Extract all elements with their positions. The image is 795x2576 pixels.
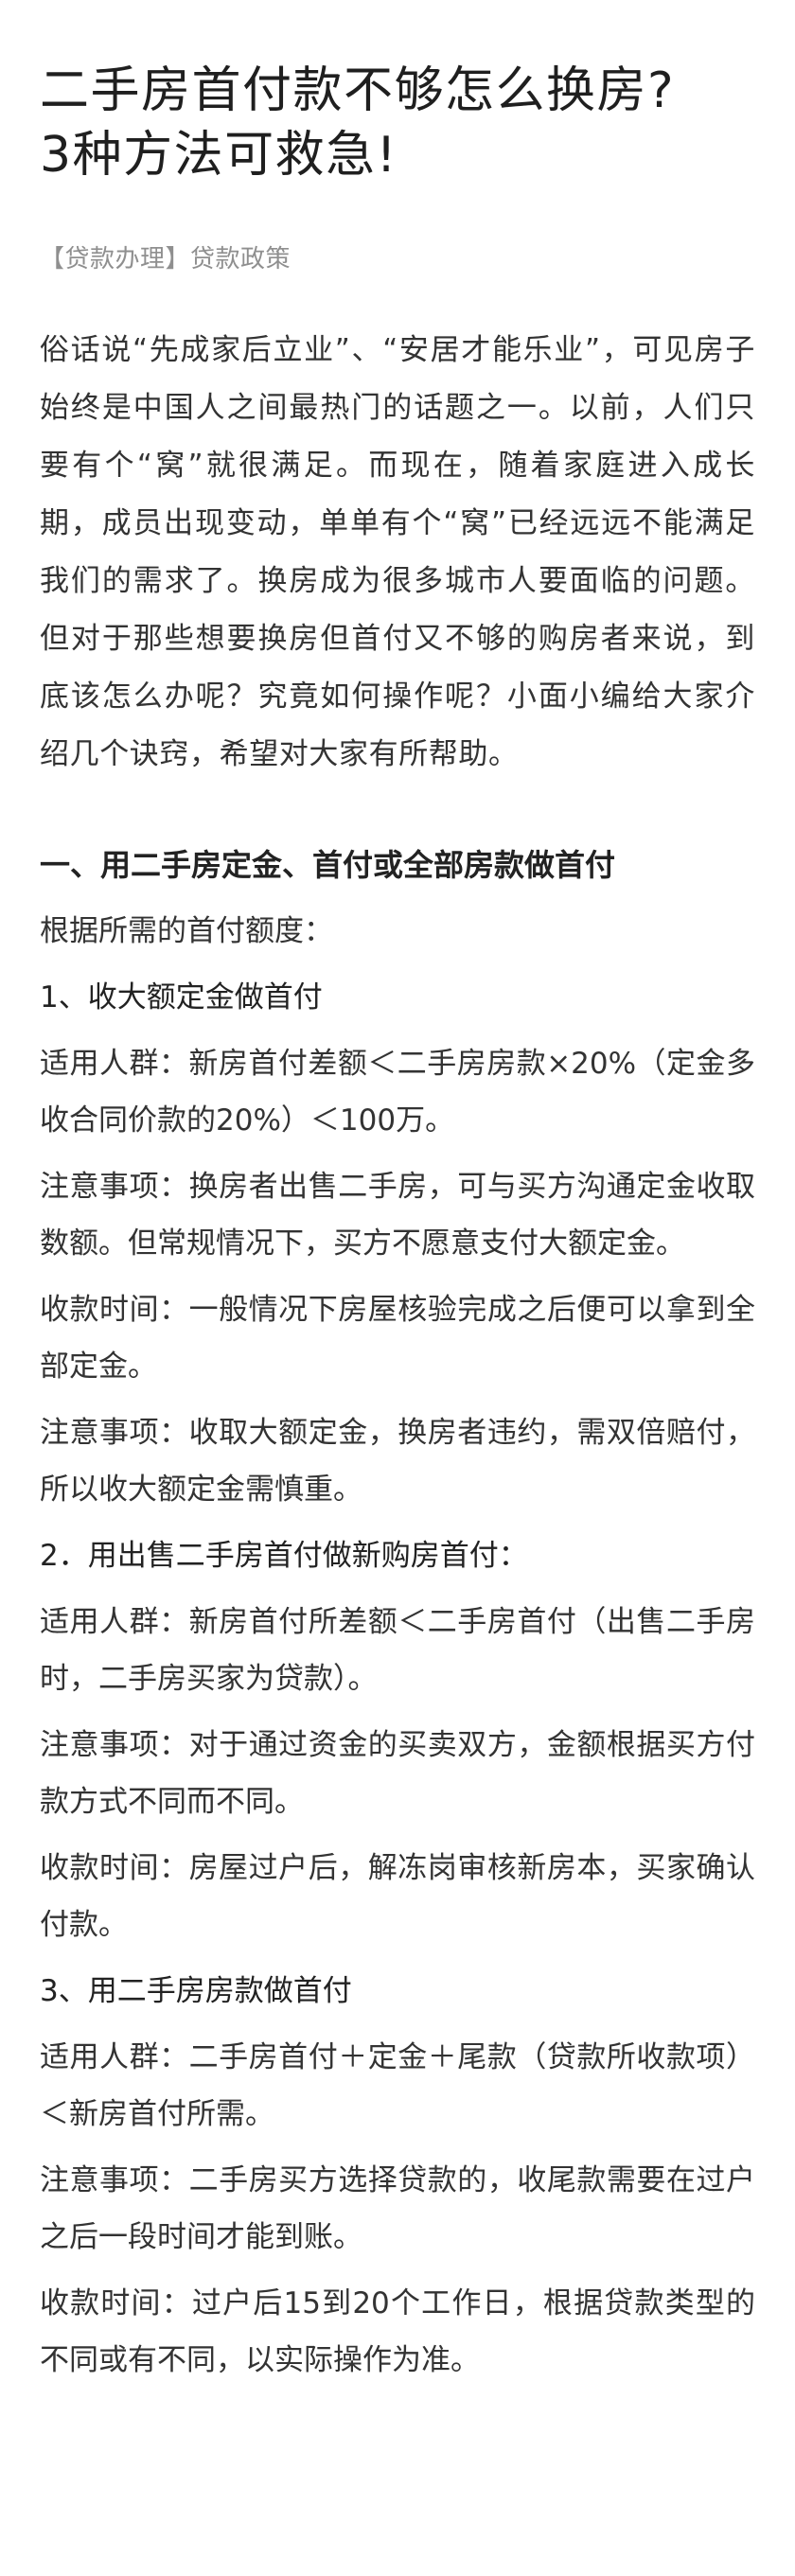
- method3-applicable: 适用人群：二手房首付＋定金＋尾款（贷款所收款项）＜新房首付所需。: [40, 2040, 755, 2131]
- method1-note: 注意事项：换房者出售二手房，可与买方沟通定金收取数额。但常规情况下，买方不愿意支…: [40, 1170, 755, 1261]
- article-title-line2: 3种方法可救急!: [40, 127, 398, 184]
- intro-paragraph: 俗话说“先成家后立业”、“安居才能乐业”，可见房子始终是中国人之间最热门的话题之…: [40, 333, 755, 771]
- article-body: 俗话说“先成家后立业”、“安居才能乐业”，可见房子始终是中国人之间最热门的话题之…: [40, 322, 755, 2389]
- method3-time: 收款时间：过户后15到20个工作日，根据贷款类型的不同或有不同，以实际操作为准。: [40, 2286, 755, 2377]
- article-page: 二手房首付款不够怎么换房? 3种方法可救急! 【贷款办理】贷款政策 俗话说“先成…: [0, 0, 795, 2389]
- method2-note: 注意事项：对于通过资金的买卖双方，金额根据买方付款方式不同而不同。: [40, 1728, 755, 1819]
- article-title-line1: 二手房首付款不够怎么换房?: [40, 62, 676, 119]
- method1-heading: 1、收大额定金做首付: [40, 980, 323, 1015]
- method1-applicable: 适用人群：新房首付差额＜二手房房款×20%（定金多收合同价款的20%）＜100万…: [40, 1047, 755, 1138]
- section-heading: 一、用二手房定金、首付或全部房款做首付: [40, 847, 616, 883]
- method2-applicable: 适用人群：新房首付所差额＜二手房首付（出售二手房时，二手房买家为贷款）。: [40, 1605, 755, 1696]
- section-lead: 根据所需的首付额度：: [40, 914, 333, 948]
- method2-heading: 2．用出售二手房首付做新购房首付：: [40, 1539, 528, 1573]
- article-category[interactable]: 【贷款办理】贷款政策: [40, 242, 755, 276]
- method1-time: 收款时间：一般情况下房屋核验完成之后便可以拿到全部定金。: [40, 1293, 755, 1384]
- method1-note2: 注意事项：收取大额定金，换房者违约，需双倍赔付，所以收大额定金需慎重。: [40, 1416, 755, 1507]
- method2-time: 收款时间：房屋过户后，解冻岗审核新房本，买家确认付款。: [40, 1851, 755, 1942]
- article-title: 二手房首付款不够怎么换房? 3种方法可救急!: [40, 59, 755, 187]
- method3-note: 注意事项：二手房买方选择贷款的，收尾款需要在过户之后一段时间才能到账。: [40, 2163, 755, 2254]
- method3-heading: 3、用二手房房款做首付: [40, 1974, 352, 2008]
